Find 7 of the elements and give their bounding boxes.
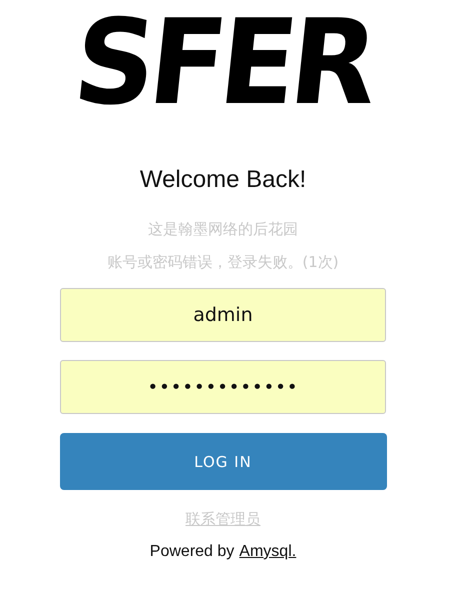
login-button[interactable]: LOG IN: [60, 433, 386, 490]
password-field[interactable]: •••••••••••••: [60, 360, 386, 414]
welcome-heading: Welcome Back!: [140, 166, 306, 194]
amysql-link[interactable]: Amysql.: [239, 543, 296, 561]
username-field[interactable]: admin: [60, 288, 386, 342]
logo: SFER: [68, 1, 378, 125]
powered-by-text: Powered by: [150, 543, 234, 561]
